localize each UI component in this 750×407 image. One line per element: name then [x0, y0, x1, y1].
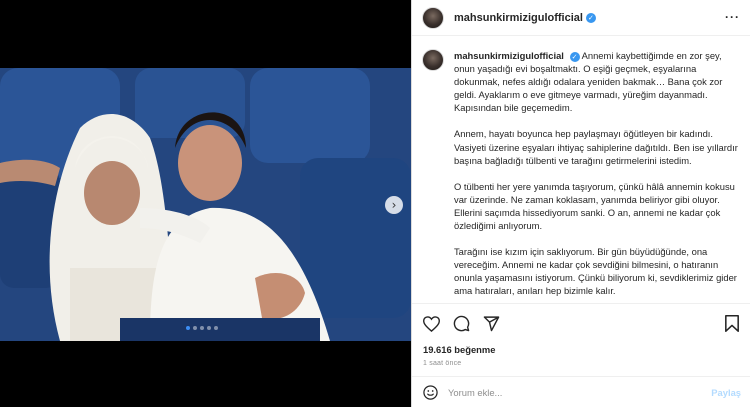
like-heart-icon[interactable]	[422, 315, 440, 333]
carousel-dot	[200, 326, 204, 330]
header-username[interactable]: mahsunkirmizigulofficial ✓	[454, 12, 596, 24]
carousel-next-button[interactable]: ›	[385, 196, 403, 214]
post-details-pane: mahsunkirmizigulofficial ✓ ··· mahsunkirm…	[411, 0, 750, 407]
caption-paragraph: Tarağını ise kızım için saklıyorum. Bir …	[454, 246, 737, 297]
post-photo[interactable]	[0, 68, 411, 341]
carousel-indicator	[186, 326, 218, 330]
comment-bar: Paylaş	[412, 376, 750, 407]
action-bar	[412, 303, 750, 343]
avatar[interactable]	[422, 6, 444, 29]
post-timestamp[interactable]: 1 saat önce	[423, 360, 461, 367]
caption-paragraph: O tülbenti her yere yanımda taşıyorum, ç…	[454, 180, 735, 232]
caption-username[interactable]: mahsunkirmizigulofficial	[454, 50, 564, 61]
more-options-icon[interactable]: ···	[725, 11, 740, 23]
caption-avatar[interactable]	[422, 49, 444, 71]
media-pane: ›	[0, 0, 411, 407]
comment-input[interactable]	[448, 386, 712, 398]
comment-bubble-icon[interactable]	[452, 315, 470, 333]
caption-body: mahsunkirmizigulofficial ✓ Annemi kaybet…	[454, 49, 739, 303]
caption-area: mahsunkirmizigulofficial ✓ Annemi kaybet…	[412, 37, 750, 303]
caption-row: mahsunkirmizigulofficial ✓ Annemi kaybet…	[422, 49, 741, 303]
post-comment-button[interactable]: Paylaş	[711, 387, 741, 398]
header-username-text[interactable]: mahsunkirmizigulofficial	[454, 12, 583, 24]
share-send-icon[interactable]	[482, 315, 500, 333]
emoji-icon[interactable]	[422, 384, 438, 400]
bookmark-icon[interactable]	[723, 315, 741, 333]
verified-badge-icon: ✓	[569, 51, 580, 62]
photo-illustration	[0, 68, 411, 341]
carousel-dot	[186, 326, 190, 330]
carousel-dot	[214, 326, 218, 330]
verified-badge-icon: ✓	[585, 12, 596, 23]
caption-paragraph: mahsunkirmizigulofficial ✓ Annemi kaybet…	[454, 50, 722, 113]
carousel-dot	[193, 326, 197, 330]
likes-count[interactable]: 19.616 beğenme	[423, 344, 495, 355]
caption-paragraph: Annem, hayatı boyunca hep paylaşmayı öğü…	[454, 128, 738, 166]
carousel-dot	[207, 326, 211, 330]
post-header: mahsunkirmizigulofficial ✓ ···	[412, 0, 750, 36]
